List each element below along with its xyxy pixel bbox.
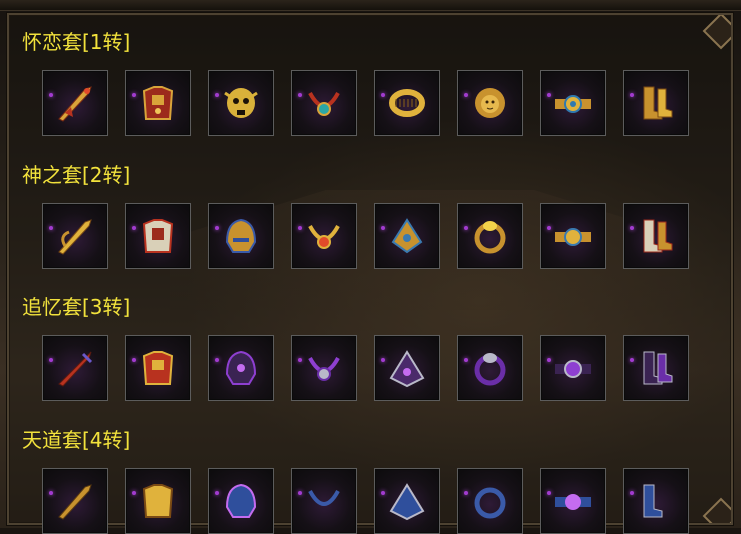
- equip-slot[interactable]: [457, 468, 523, 534]
- equip-slot[interactable]: [540, 468, 606, 534]
- equip-slot[interactable]: [623, 70, 689, 136]
- equip-slot[interactable]: [457, 335, 523, 401]
- belt-icon: [549, 212, 597, 260]
- equip-slot[interactable]: [125, 70, 191, 136]
- boots-icon: [632, 212, 680, 260]
- equip-slot[interactable]: [208, 70, 274, 136]
- equip-slot[interactable]: [42, 335, 108, 401]
- helmet-icon: [217, 344, 265, 392]
- bracelet-icon: [383, 344, 431, 392]
- bracelet-icon: [383, 477, 431, 525]
- panel-corner-ornament: [702, 497, 731, 523]
- helmet-icon: [217, 212, 265, 260]
- equip-slot[interactable]: [42, 468, 108, 534]
- armor-icon: [134, 212, 182, 260]
- equip-slot[interactable]: [374, 468, 440, 534]
- boots-icon: [632, 477, 680, 525]
- equip-slot[interactable]: [208, 203, 274, 269]
- helmet-icon: [217, 477, 265, 525]
- equip-slot[interactable]: [623, 335, 689, 401]
- lion-ring-icon: [466, 79, 514, 127]
- necklace-icon: [300, 212, 348, 260]
- equip-slot[interactable]: [374, 203, 440, 269]
- equip-slot[interactable]: [540, 70, 606, 136]
- ring-icon: [466, 212, 514, 260]
- equip-slot[interactable]: [374, 335, 440, 401]
- necklace-icon: [300, 477, 348, 525]
- equip-slot[interactable]: [374, 70, 440, 136]
- armor-icon: [134, 344, 182, 392]
- bracelet-icon: [383, 212, 431, 260]
- belt-icon: [549, 79, 597, 127]
- armor-icon: [134, 79, 182, 127]
- armor-icon: [134, 477, 182, 525]
- equip-slot[interactable]: [540, 203, 606, 269]
- necklace-icon: [300, 344, 348, 392]
- section-title: 追忆套[3转]: [22, 295, 131, 319]
- equip-slot[interactable]: [291, 335, 357, 401]
- equip-slot[interactable]: [623, 468, 689, 534]
- section-title: 天道套[4转]: [22, 428, 131, 452]
- equip-slot[interactable]: [42, 203, 108, 269]
- equip-slot[interactable]: [540, 335, 606, 401]
- belt-icon: [549, 477, 597, 525]
- sword-icon: [51, 344, 99, 392]
- boots-icon: [632, 344, 680, 392]
- equip-slot[interactable]: [208, 335, 274, 401]
- ring-icon: [466, 344, 514, 392]
- equip-slot[interactable]: [42, 70, 108, 136]
- panel-corner-ornament: [702, 15, 731, 50]
- equip-slot[interactable]: [125, 468, 191, 534]
- equip-slot[interactable]: [208, 468, 274, 534]
- skull-helmet-icon: [217, 79, 265, 127]
- equip-slot[interactable]: [125, 335, 191, 401]
- bracelet-icon: [383, 79, 431, 127]
- necklace-icon: [300, 79, 348, 127]
- equip-slot[interactable]: [291, 203, 357, 269]
- equip-slot[interactable]: [623, 203, 689, 269]
- section-title: 怀恋套[1转]: [22, 30, 131, 54]
- equip-slot[interactable]: [291, 70, 357, 136]
- belt-icon: [549, 344, 597, 392]
- top-border: [0, 0, 741, 11]
- sword-icon: [51, 79, 99, 127]
- ring-icon: [466, 477, 514, 525]
- boots-icon: [632, 79, 680, 127]
- equip-slot[interactable]: [125, 203, 191, 269]
- equip-slot[interactable]: [457, 203, 523, 269]
- sword-icon: [51, 212, 99, 260]
- sword-icon: [51, 477, 99, 525]
- equip-slot[interactable]: [457, 70, 523, 136]
- section-title: 神之套[2转]: [22, 163, 131, 187]
- equip-slot[interactable]: [291, 468, 357, 534]
